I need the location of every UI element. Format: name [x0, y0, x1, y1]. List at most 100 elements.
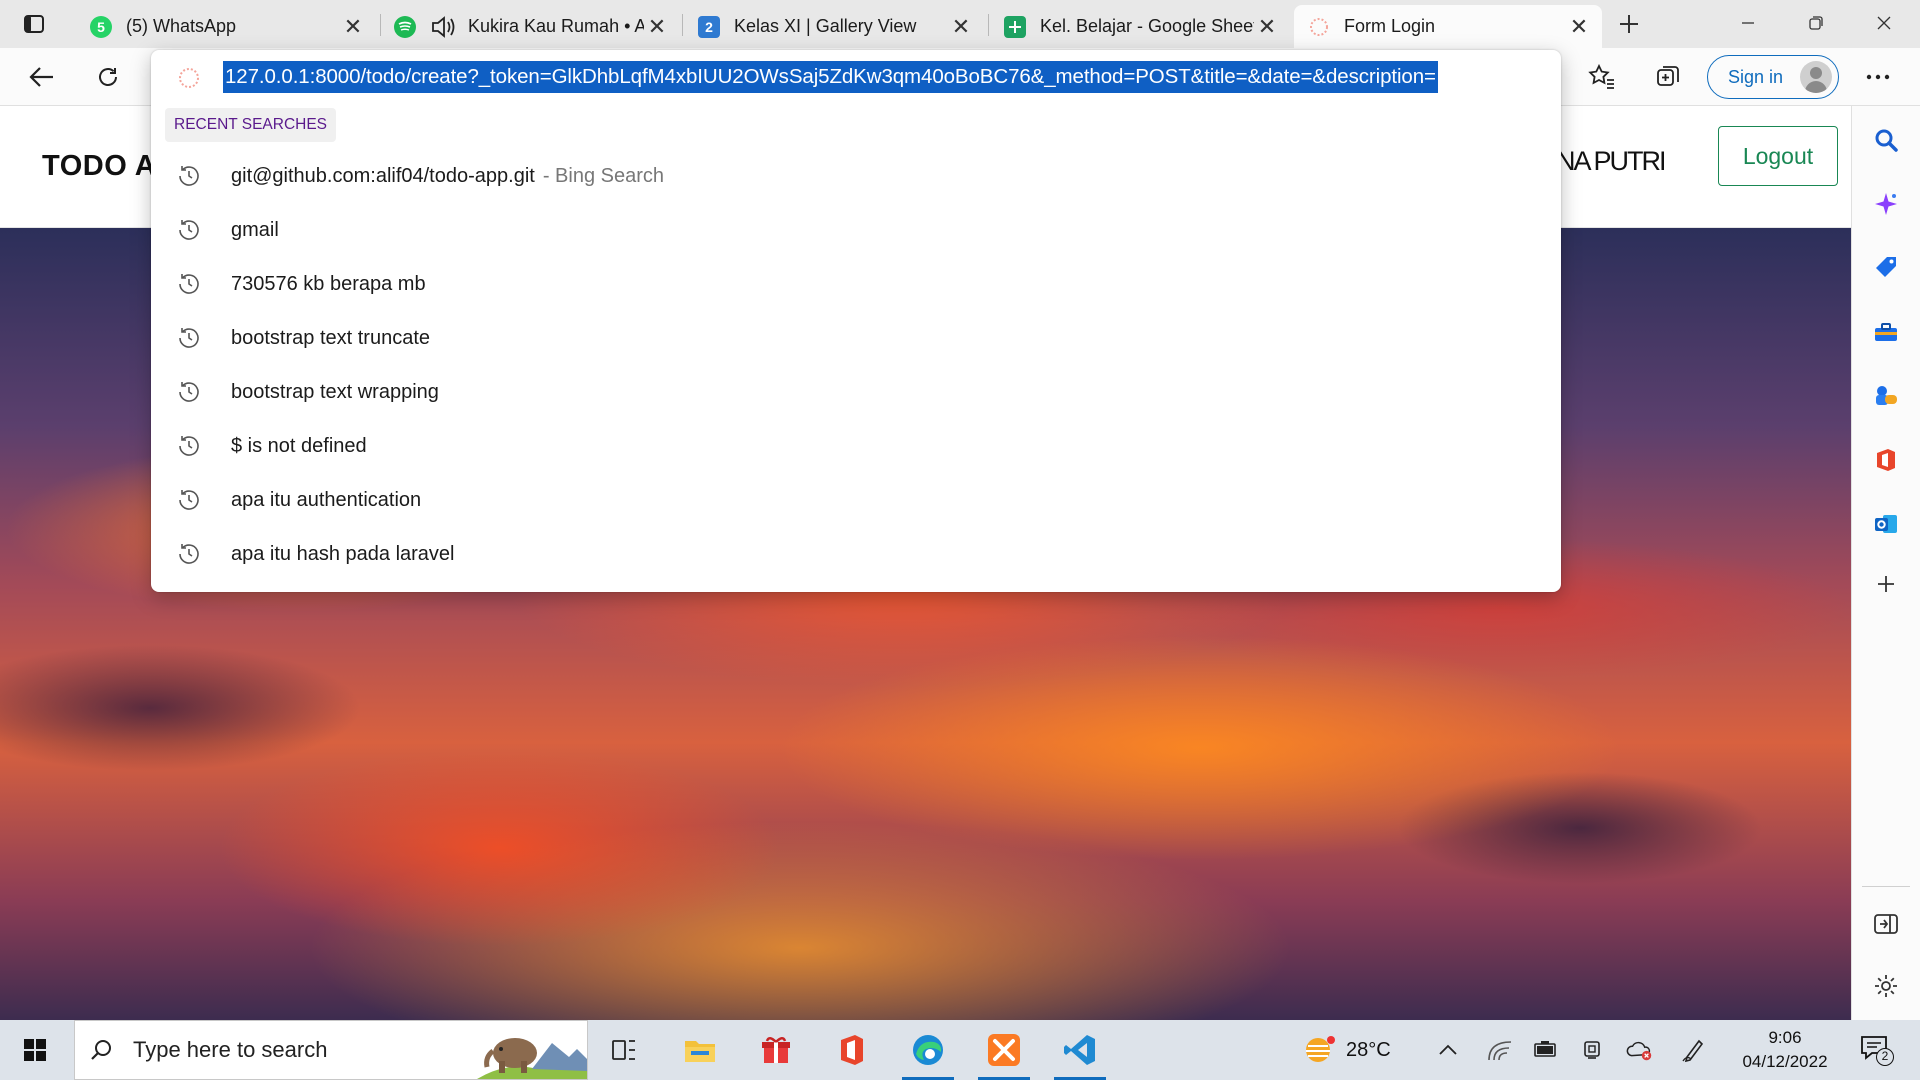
sidebar-games-button[interactable]: [1868, 378, 1904, 414]
history-clock-icon: [179, 220, 199, 240]
suggestion-item[interactable]: 730576 kb berapa mb: [167, 257, 1547, 311]
refresh-button[interactable]: [88, 57, 128, 97]
battery-icon: [1534, 1041, 1556, 1057]
tab-close-button[interactable]: ✕: [340, 14, 366, 40]
history-clock-icon: [179, 328, 199, 348]
suggestion-item[interactable]: apa itu hash pada laravel: [167, 527, 1547, 581]
games-icon: [1876, 386, 1897, 405]
search-icon: [91, 1040, 111, 1060]
sidebar-shopping-button[interactable]: [1868, 250, 1904, 286]
outlook-icon: [1875, 515, 1897, 533]
pen-menu-button[interactable]: [1680, 1036, 1708, 1064]
minimize-icon: [1742, 22, 1754, 24]
tab-kelas-gallery[interactable]: 2 Kelas XI | Gallery View ✕: [684, 5, 984, 48]
onedrive-status[interactable]: [1626, 1036, 1654, 1064]
collections-icon: [1657, 66, 1679, 86]
address-bar-input[interactable]: 127.0.0.1:8000/todo/create?_token=GlkDhb…: [223, 61, 1438, 93]
favorites-star-icon: [1588, 64, 1614, 89]
suggestion-item[interactable]: bootstrap text truncate: [167, 311, 1547, 365]
suggestion-text: apa itu hash pada laravel: [231, 542, 455, 565]
weather-temperature: 28°C: [1346, 1038, 1391, 1061]
sidebar-add-button[interactable]: [1868, 566, 1904, 602]
sidebar-office-button[interactable]: [1868, 442, 1904, 478]
sign-in-label: Sign in: [1728, 66, 1784, 87]
history-clock-icon: [179, 166, 199, 186]
taskbar-office[interactable]: [818, 1020, 886, 1080]
tab-title: (5) WhatsApp: [126, 16, 237, 36]
suggestion-item[interactable]: apa itu authentication: [167, 473, 1547, 527]
system-clock[interactable]: 9:06 04/12/2022: [1720, 1026, 1850, 1074]
tab-title: Kukira Kau Rumah • Amig: [468, 16, 644, 36]
collections-button[interactable]: [1648, 57, 1688, 97]
taskbar-xampp[interactable]: [970, 1020, 1038, 1080]
site-favicon-icon: [179, 68, 199, 88]
search-placeholder: Type here to search: [133, 1037, 328, 1062]
tab-separator: [682, 14, 683, 36]
tab-close-button[interactable]: ✕: [1254, 14, 1280, 40]
clock-date: 04/12/2022: [1742, 1052, 1828, 1071]
notification-center-button[interactable]: 2: [1860, 1034, 1894, 1066]
sidebar-search-button[interactable]: [1868, 122, 1904, 158]
tab-strip: 5 (5) WhatsApp ✕ Kukira Kau Rumah • Amig…: [0, 0, 1920, 48]
tab-close-button[interactable]: ✕: [644, 14, 670, 40]
edge-sidebar: [1851, 106, 1920, 1020]
tab-actions-button[interactable]: [16, 8, 52, 40]
battery-status[interactable]: [1532, 1036, 1560, 1064]
task-view-button[interactable]: [590, 1020, 658, 1080]
search-highlight-icon: [477, 1038, 587, 1079]
sidebar-divider: [1862, 886, 1910, 887]
clock-time: 9:06: [1768, 1028, 1802, 1047]
restore-icon: [1809, 16, 1823, 30]
network-status[interactable]: [1486, 1036, 1514, 1064]
sparkle-icon: [1875, 193, 1897, 215]
device-status[interactable]: [1578, 1036, 1606, 1064]
suggestion-text: bootstrap text wrapping: [231, 380, 439, 403]
favorites-button[interactable]: [1582, 57, 1622, 97]
tab-title: Form Login: [1344, 16, 1436, 36]
edge-browser-icon: [913, 1035, 943, 1065]
sidebar-copilot-button[interactable]: [1868, 186, 1904, 222]
vscode-icon: [1064, 1035, 1095, 1065]
history-clock-icon: [179, 490, 199, 510]
tab-close-button[interactable]: ✕: [948, 14, 974, 40]
minimize-button[interactable]: [1714, 0, 1782, 46]
sidebar-hide-button[interactable]: [1868, 906, 1904, 942]
taskbar-edge[interactable]: [894, 1020, 962, 1080]
close-window-button[interactable]: [1850, 0, 1918, 46]
address-bar-dropdown: 127.0.0.1:8000/todo/create?_token=GlkDhb…: [151, 50, 1561, 592]
speaker-icon[interactable]: [430, 15, 456, 39]
history-clock-icon: [179, 544, 199, 564]
taskbar-gift-app[interactable]: [742, 1020, 810, 1080]
settings-more-button[interactable]: [1858, 57, 1898, 97]
tab-separator: [988, 14, 989, 36]
taskbar-vscode[interactable]: [1046, 1020, 1114, 1080]
sign-in-button[interactable]: Sign in: [1707, 55, 1839, 99]
new-tab-button[interactable]: [1612, 8, 1646, 40]
weather-widget[interactable]: 28°C: [1302, 1020, 1391, 1080]
back-button[interactable]: [22, 57, 62, 97]
tab-spotify[interactable]: Kukira Kau Rumah • Amig ✕: [380, 5, 680, 48]
device-icon: [1584, 1041, 1600, 1059]
show-hidden-icons-button[interactable]: [1434, 1036, 1462, 1064]
suggestion-item[interactable]: gmail: [167, 203, 1547, 257]
sidebar-settings-button[interactable]: [1868, 968, 1904, 1004]
number-two-icon: 2: [698, 15, 720, 38]
tab-close-button[interactable]: ✕: [1566, 14, 1592, 40]
suggestion-text: git@github.com:alif04/todo-app.git: [231, 164, 535, 187]
taskbar-search-box[interactable]: Type here to search: [74, 1020, 588, 1080]
tab-form-login[interactable]: Form Login ✕: [1294, 5, 1602, 48]
restore-button[interactable]: [1782, 0, 1850, 46]
logout-button[interactable]: Logout: [1718, 126, 1838, 186]
history-clock-icon: [179, 274, 199, 294]
recent-searches-header: RECENT SEARCHES: [165, 108, 337, 142]
suggestion-text: bootstrap text truncate: [231, 326, 431, 349]
suggestion-item[interactable]: $ is not defined: [167, 419, 1547, 473]
suggestion-item[interactable]: git@github.com:alif04/todo-app.git - Bin…: [167, 149, 1547, 203]
suggestion-item[interactable]: bootstrap text wrapping: [167, 365, 1547, 419]
tab-google-sheets[interactable]: Kel. Belajar - Google Sheets ✕: [990, 5, 1290, 48]
taskbar-file-explorer[interactable]: [666, 1020, 734, 1080]
sidebar-tools-button[interactable]: [1868, 314, 1904, 350]
sidebar-outlook-button[interactable]: [1868, 506, 1904, 542]
tab-whatsapp[interactable]: 5 (5) WhatsApp ✕: [76, 5, 376, 48]
start-button[interactable]: [0, 1020, 70, 1080]
